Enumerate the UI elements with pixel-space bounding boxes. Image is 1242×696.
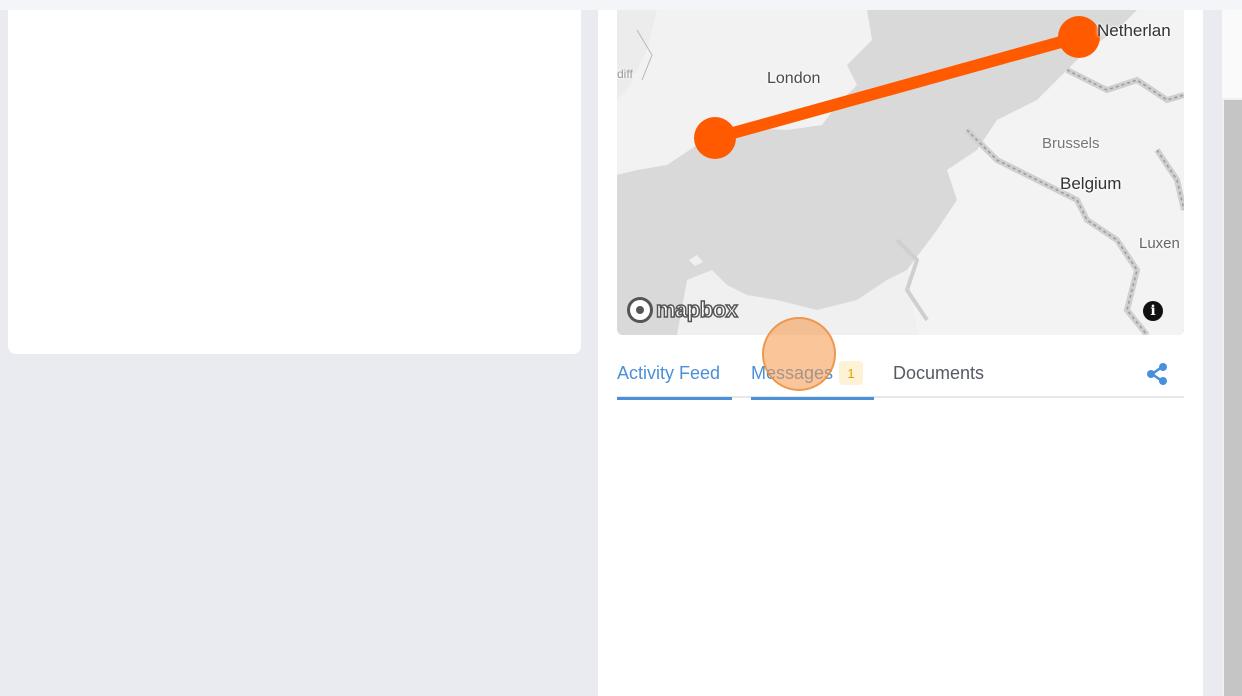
tab-messages-underline [751,397,874,400]
share-icon[interactable] [1145,362,1169,386]
map-label-luxembourg: Luxen [1139,235,1180,252]
tab-activity-feed[interactable]: Activity Feed [617,348,732,400]
panel-tabs: Activity Feed Messages 1 Documents [617,348,1184,400]
origin-marker [694,117,736,159]
destination-marker [1058,16,1100,58]
map-label-belgium: Belgium [1060,174,1122,193]
messages-count-badge: 1 [839,361,864,385]
mapbox-wordmark: mapbox [655,296,738,323]
scrollbar-thumb[interactable] [1224,100,1242,696]
tab-documents-label: Documents [893,362,985,383]
tab-documents[interactable]: Documents [893,348,984,398]
map-label-brussels: Brussels [1042,135,1100,152]
map-label-netherlands: Netherlan [1097,21,1171,40]
mapbox-logo[interactable]: mapbox [627,296,739,323]
route-map[interactable]: diff London Brussels Belgium Luxen Nethe… [617,10,1184,335]
map-canvas [617,10,1184,335]
tab-activity-underline [617,397,732,400]
info-icon[interactable]: i [1143,301,1163,321]
top-strip [0,0,1242,10]
tab-activity-feed-label: Activity Feed [617,362,721,383]
scrollbar-top [1222,10,1242,98]
tab-messages[interactable]: Messages 1 [751,348,874,400]
details-panel: diff London Brussels Belgium Luxen Nethe… [598,10,1203,696]
map-label-london: London [767,70,821,87]
mapbox-logo-icon [627,297,653,323]
map-label-cardiff: diff [617,67,633,81]
left-card [8,10,581,354]
tab-messages-label: Messages [751,362,834,383]
